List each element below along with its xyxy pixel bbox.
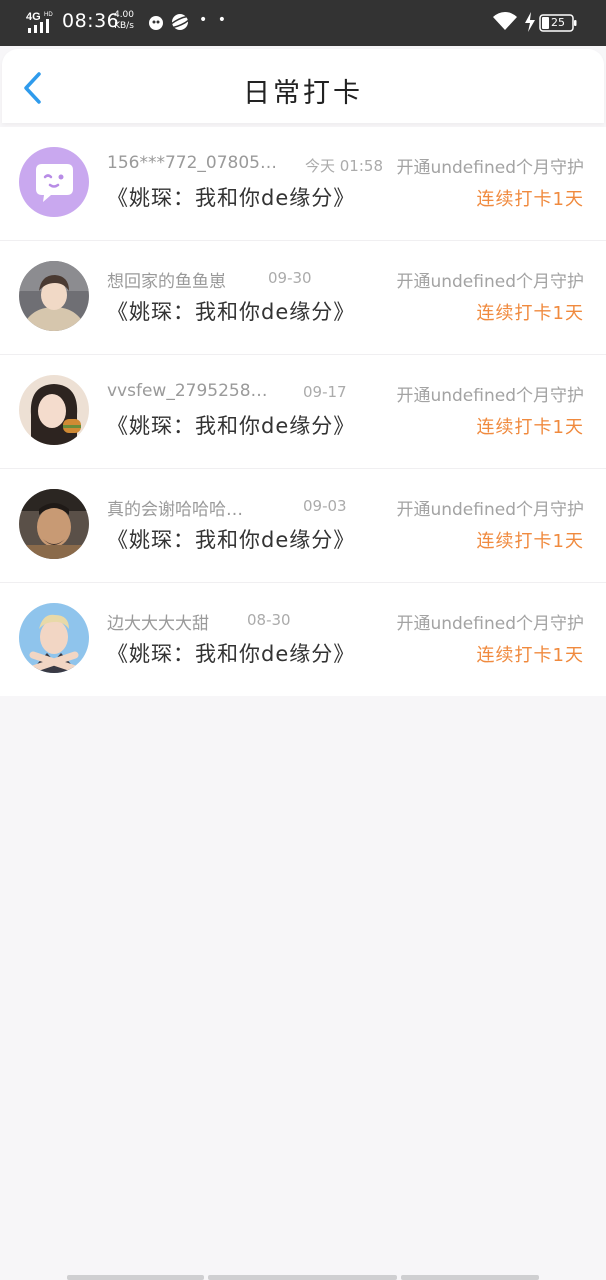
status-bar: 4G HD 08:36 4.00 KB/s • • 25 [0, 0, 606, 46]
checkin-list: 156***772_07805… 今天 01:58 开通undefined个月守… [0, 127, 606, 696]
avatar[interactable] [19, 147, 89, 217]
checkin-date: 09-17 [303, 383, 347, 401]
action-text: 开通undefined个月守护 [396, 386, 584, 406]
checkin-row[interactable]: 156***772_07805… 今天 01:58 开通undefined个月守… [0, 127, 606, 241]
streak-badge: 连续打卡1天 [476, 189, 584, 210]
wifi-icon [493, 12, 517, 30]
page-title: 日常打卡 [243, 78, 363, 109]
network-label: 4G [26, 11, 41, 23]
speed-unit: KB/s [114, 21, 134, 31]
book-title: 《姚琛：我和你de缘分》 [107, 186, 356, 210]
signal-icon: 4G HD [26, 11, 53, 33]
screen: 4G HD 08:36 4.00 KB/s • • 25 日常打卡 156***… [0, 0, 606, 1280]
checkin-row[interactable]: vvsfew_2795258… 09-17 开通undefined个月守护 《姚… [0, 355, 606, 469]
streak-badge: 连续打卡1天 [476, 531, 584, 552]
user-name: vvsfew_2795258… [107, 381, 268, 401]
checkin-date: 今天 01:58 [305, 157, 383, 175]
top-nav-bar: 日常打卡 [2, 49, 604, 123]
checkin-date: 08-30 [247, 611, 291, 629]
action-text: 开通undefined个月守护 [396, 272, 584, 292]
system-nav-bar [67, 1275, 539, 1280]
checkin-row[interactable]: 想回家的鱼鱼崽 09-30 开通undefined个月守护 《姚琛：我和你de缘… [0, 241, 606, 355]
streak-badge: 连续打卡1天 [476, 645, 584, 666]
user-name: 156***772_07805… [107, 153, 275, 173]
checkin-date: 09-03 [303, 497, 347, 515]
nav-handle[interactable] [208, 1275, 397, 1280]
speed-value: 4.00 [113, 10, 135, 20]
battery-level: 25 [551, 16, 565, 29]
book-title: 《姚琛：我和你de缘分》 [107, 642, 356, 666]
qq-notification-icon [149, 16, 163, 30]
user-name: 想回家的鱼鱼崽 [107, 272, 226, 292]
avatar[interactable] [19, 489, 89, 559]
charging-icon [525, 12, 535, 32]
nav-handle[interactable] [67, 1275, 204, 1280]
browser-notification-icon [170, 14, 190, 30]
book-title: 《姚琛：我和你de缘分》 [107, 414, 356, 438]
action-text: 开通undefined个月守护 [396, 158, 584, 178]
nav-handle[interactable] [401, 1275, 539, 1280]
book-title: 《姚琛：我和你de缘分》 [107, 528, 356, 552]
avatar[interactable] [19, 603, 89, 673]
avatar[interactable] [19, 261, 89, 331]
checkin-row[interactable]: 真的会谢哈哈哈… 09-03 开通undefined个月守护 《姚琛：我和你de… [0, 469, 606, 583]
clock: 08:36 [62, 10, 120, 32]
user-name: 真的会谢哈哈哈… [107, 500, 243, 520]
streak-badge: 连续打卡1天 [476, 417, 584, 438]
checkin-date: 09-30 [268, 269, 312, 287]
network-hd-label: HD [44, 12, 53, 18]
book-title: 《姚琛：我和你de缘分》 [107, 300, 356, 324]
streak-badge: 连续打卡1天 [476, 303, 584, 324]
user-name: 边大大大大甜 [107, 614, 209, 634]
action-text: 开通undefined个月守护 [396, 500, 584, 520]
more-notifications-icon: • • [199, 12, 229, 28]
checkin-row[interactable]: 边大大大大甜 08-30 开通undefined个月守护 《姚琛：我和你de缘分… [0, 583, 606, 696]
action-text: 开通undefined个月守护 [396, 614, 584, 634]
network-speed: 4.00 KB/s [113, 10, 135, 32]
avatar[interactable] [19, 375, 89, 445]
